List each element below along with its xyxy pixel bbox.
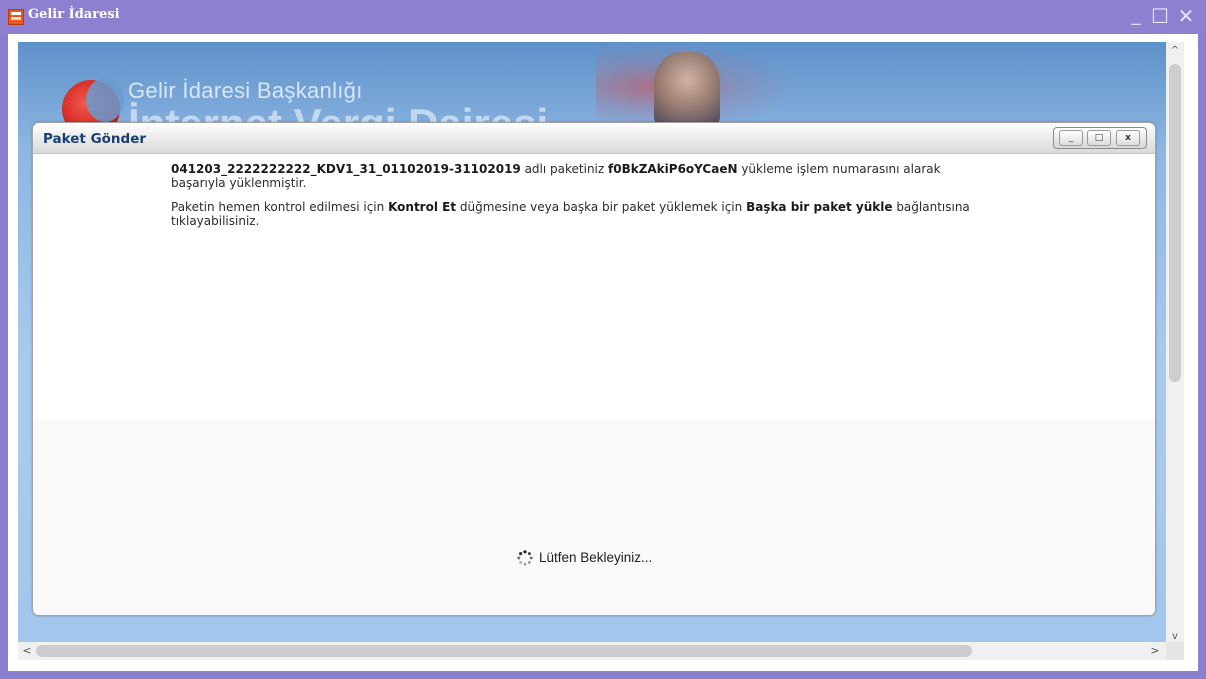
banner-portrait-image [654,52,720,132]
vertical-scroll-thumb[interactable] [1169,64,1181,382]
next-step-message: Paketin hemen kontrol edilmesi için Kont… [171,200,971,228]
dialog-close-button[interactable]: x [1116,130,1140,146]
dialog-header[interactable]: Paket Gönder _ □ x [33,123,1155,154]
window-minimize-button[interactable]: _ [1126,4,1146,28]
upload-id: f0BkZAkiP6oYCaeN [608,162,738,176]
scroll-up-arrow[interactable]: ^ [1166,42,1184,60]
dialog-body: 041203_2222222222_KDV1_31_01102019-31102… [33,154,1155,615]
window-close-button[interactable]: ✕ [1176,4,1196,28]
scroll-left-arrow[interactable]: < [18,642,36,660]
app-icon [8,9,24,25]
paket-gonder-dialog: Paket Gönder _ □ x 041203_2222222222_KDV… [32,122,1156,616]
window-title-bar[interactable]: Gelir İdaresi _ ☐ ✕ [0,0,1206,34]
kontrol-et-reference: Kontrol Et [388,200,457,214]
page-viewport: Gelir İdaresi Başkanlığı İnternet Vergi … [18,42,1166,646]
dialog-body-lower [33,419,1155,615]
window-title: Gelir İdaresi [28,7,120,22]
scrollbar-corner [1166,642,1184,660]
package-name: 041203_2222222222_KDV1_31_01102019-31102… [171,162,521,176]
dialog-title: Paket Gönder [43,131,147,147]
horizontal-scrollbar[interactable]: < > [18,642,1166,660]
message-text: düğmesine veya başka bir paket yüklemek … [456,200,747,214]
dialog-controls: _ □ x [1053,127,1147,149]
window-maximize-button[interactable]: ☐ [1150,4,1170,28]
upload-success-message: 041203_2222222222_KDV1_31_01102019-31102… [171,162,971,190]
dialog-minimize-button[interactable]: _ [1059,130,1083,146]
dialog-maximize-button[interactable]: □ [1087,130,1111,146]
scroll-right-arrow[interactable]: > [1146,642,1164,660]
message-text: adlı paketiniz [520,162,608,176]
baska-paket-yukle-reference: Başka bir paket yükle [746,200,893,214]
message-text: Paketin hemen kontrol edilmesi için [171,200,389,214]
horizontal-scroll-thumb[interactable] [36,645,972,657]
vertical-scrollbar[interactable]: ^ v [1166,42,1184,646]
loading-spinner-icon [517,550,533,566]
loading-text: Lütfen Bekleyiniz... [539,550,653,565]
